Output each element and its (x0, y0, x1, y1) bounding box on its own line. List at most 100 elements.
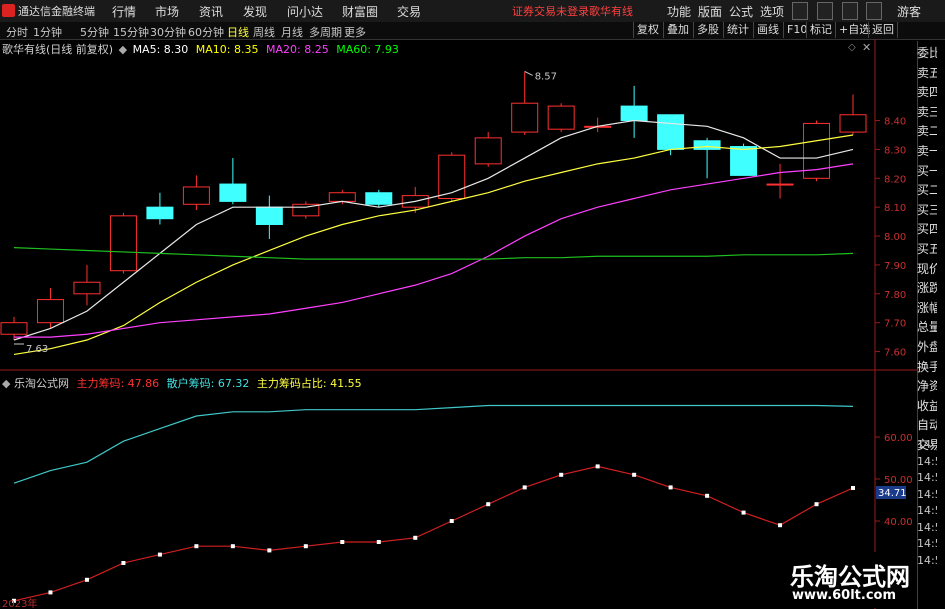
menu-news[interactable]: 资讯 (199, 3, 223, 20)
main-ratio-label: 主力筹码占比: 41.55 (256, 377, 362, 390)
candle-body (839, 114, 867, 133)
candle-body (511, 102, 539, 133)
sub-point (522, 485, 527, 490)
mark-button[interactable]: 标记 (806, 22, 835, 38)
period-30min[interactable]: 30分钟 (150, 24, 186, 40)
adjust-button[interactable]: 复权 (633, 22, 662, 38)
chart-title: 歌华有线(日线 前复权) (2, 43, 114, 56)
quote-panel-label: 卖五 (917, 65, 937, 80)
quote-panel-label: 涨幅 (917, 300, 937, 315)
draw-button[interactable]: 画线 (753, 22, 782, 38)
low-price-label: 7.63 (26, 344, 48, 355)
sub-point (194, 544, 199, 549)
ma-line-ma60 (13, 246, 854, 260)
period-15min[interactable]: 15分钟 (113, 24, 149, 40)
guest-label[interactable]: 游客 (897, 3, 921, 20)
quote-panel-label: 卖二 (917, 124, 937, 139)
quote-panel-label: 14:56 (917, 537, 937, 550)
quote-panel-label[interactable]: 自动 (917, 416, 937, 435)
quote-panel-label: 卖四 (917, 85, 937, 100)
menu-ask[interactable]: 问小达 (287, 3, 323, 20)
menu-quotes[interactable]: 行情 (112, 3, 136, 20)
quote-panel-label: 买五 (917, 242, 937, 256)
quote-panel-label: 涨跌 (917, 281, 937, 296)
ma-lines-layer (13, 70, 854, 356)
app-name: 通达信金融终端 (18, 5, 95, 18)
quote-panel-label: 外盘 (917, 340, 937, 354)
sub-point (157, 552, 162, 557)
period-60min[interactable]: 60分钟 (188, 24, 224, 40)
close-icon[interactable] (866, 2, 882, 20)
sub-point (595, 464, 600, 469)
back-button[interactable]: 返回 (868, 22, 898, 38)
menu-layout[interactable]: 版面 (698, 3, 722, 20)
sub-axis: 60.0050.0040.0030.00 (875, 433, 913, 570)
sub-point (449, 519, 454, 523)
kline-chart[interactable]: 8.40 8.30 8.20 8.10 8.00 7.90 7.80 7.70 7.60 60.… (0, 39, 917, 609)
quote-panel-label: 收益 (917, 398, 937, 413)
period-daily[interactable]: 日线 (227, 24, 249, 40)
candle-body (182, 186, 210, 205)
high-marker (524, 70, 533, 76)
close-pane-icon[interactable]: ✕ (862, 41, 871, 54)
minimize-icon[interactable] (792, 2, 808, 20)
watermark-text: 乐淘公式网 (790, 563, 910, 591)
candle-body (474, 137, 502, 165)
menu-market[interactable]: 市场 (155, 3, 179, 20)
menu-trade[interactable]: 交易 (397, 3, 421, 20)
stats-button[interactable]: 统计 (723, 22, 752, 38)
ma20-label: MA20: 8.25 (266, 43, 329, 56)
overlay-button[interactable]: 叠加 (663, 22, 692, 38)
quote-panel-label: 现价 (917, 261, 937, 276)
restore-icon[interactable] (817, 2, 833, 20)
year-label: 2023年 (2, 597, 37, 609)
quote-panel-label: 14:56 (917, 487, 937, 501)
menu-options[interactable]: 选项 (760, 3, 784, 20)
main-legend: 歌华有线(日线 前复权) ◆ MA5: 8.30 MA10: 8.35 MA20… (2, 41, 399, 57)
sub-point (705, 493, 710, 498)
period-5min[interactable]: 5分钟 (80, 24, 109, 40)
candle-body (328, 192, 356, 202)
candle-body (693, 140, 721, 150)
period-multi[interactable]: 多周期 (309, 24, 342, 40)
quote-panel-label: 买四 (917, 222, 937, 237)
quote-panel-label: 14:56 (917, 454, 937, 468)
sub-point (668, 485, 673, 490)
trade-login-status[interactable]: 证券交易未登录 (512, 3, 589, 19)
period-1min[interactable]: 1分钟 (33, 24, 62, 40)
candle-body (365, 192, 393, 205)
formula-settings-icon[interactable]: ◆ (2, 377, 10, 390)
sub-point (48, 590, 53, 595)
quote-panel-label: 委比 (917, 46, 937, 60)
price-tick-label: 8.10 (884, 203, 906, 214)
sub-point (230, 544, 235, 549)
quote-panel-label: 净资 (917, 379, 937, 394)
quote-panel-label: 买二 (917, 183, 937, 198)
price-tick-label: 8.00 (884, 232, 906, 243)
period-intraday[interactable]: 分时 (6, 24, 28, 40)
ma60-label: MA60: 7.93 (336, 43, 399, 56)
candle-body (36, 299, 64, 324)
diamond-icon[interactable]: ◇ (848, 42, 856, 53)
menu-discover[interactable]: 发现 (243, 3, 267, 20)
maximize-icon[interactable] (842, 2, 858, 20)
quote-panel-label: 买一 (917, 163, 937, 178)
period-more[interactable]: 更多 (344, 24, 366, 40)
menu-formula[interactable]: 公式 (729, 3, 753, 20)
menu-wealth[interactable]: 财富圈 (342, 3, 378, 20)
price-tick-label: 7.60 (884, 348, 906, 359)
period-weekly[interactable]: 周线 (253, 24, 275, 40)
sub-point (303, 544, 308, 549)
sub-point (376, 540, 381, 544)
period-monthly[interactable]: 月线 (281, 24, 303, 40)
price-tick-label: 7.90 (884, 261, 906, 272)
ma-line-ma10 (13, 134, 854, 356)
candle-body (730, 146, 758, 176)
candle-body (766, 183, 794, 186)
multi-stock-button[interactable]: 多股 (693, 22, 722, 38)
quote-panel-label: 总量 (917, 320, 937, 335)
menu-function[interactable]: 功能 (667, 3, 691, 20)
legend-settings-icon[interactable]: ◆ (119, 43, 127, 56)
quote-panel-label: 卖三 (917, 104, 937, 119)
sub-chart-title: 乐淘公式网 (13, 377, 69, 390)
